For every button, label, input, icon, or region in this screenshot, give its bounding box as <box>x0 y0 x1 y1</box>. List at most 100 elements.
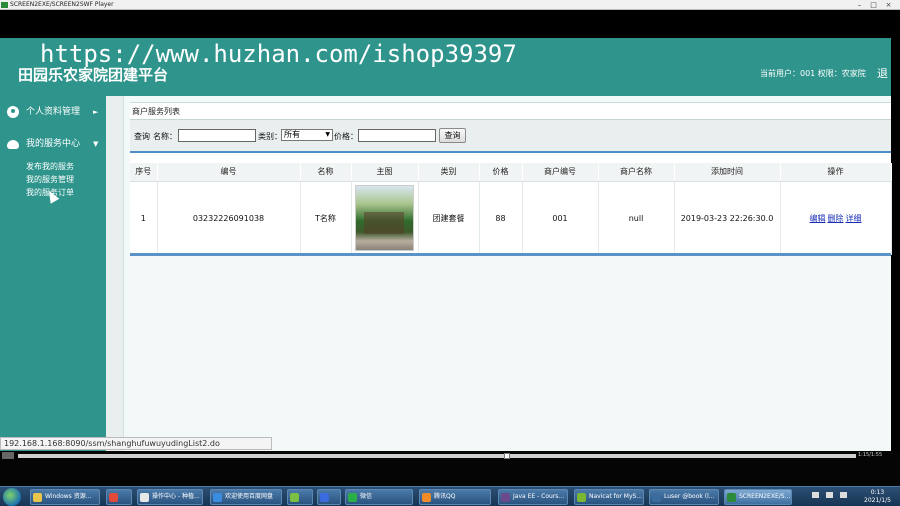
app-icon <box>140 493 149 502</box>
column-header: 商户名称 <box>598 163 675 182</box>
taskbar-button-label: 微信 <box>360 493 373 500</box>
cell-image <box>351 181 419 255</box>
browser-status-url: 192.168.1.168:8090/ssm/shanghufuwuyuding… <box>0 437 272 450</box>
cell-name: T名称 <box>300 181 352 255</box>
cell-category: 团建套餐 <box>418 181 480 255</box>
column-header: 编号 <box>157 163 301 182</box>
column-header: 序号 <box>130 163 158 182</box>
app-icon <box>213 493 222 502</box>
chevron-right-icon: ► <box>93 108 99 116</box>
service-main-image <box>355 185 414 252</box>
taskbar-button[interactable]: SCREEN2EXE/S... <box>724 489 792 505</box>
seek-bar[interactable] <box>18 454 856 458</box>
taskbar-button-label: Luser @book (l... <box>664 493 715 500</box>
table-row: 1 03232226091038 T名称 团建套餐 88 001 null 20… <box>130 181 892 255</box>
volume-icon[interactable] <box>840 492 847 498</box>
search-bar: 查询 名称： 类别： 所有 ▼ 价格： 查询 <box>130 119 891 153</box>
clock-date: 2021/1/5 <box>864 497 891 504</box>
app-icon <box>109 493 118 502</box>
maximize-icon[interactable]: □ <box>869 1 878 9</box>
taskbar-button[interactable]: 操作中心 - 种植... <box>137 489 203 505</box>
cloud-icon <box>7 140 19 149</box>
app-icon <box>33 493 42 502</box>
sidebar: 个人资料管理 ► 我的服务中心 ▼ 发布我的服务 我的服务管理 我的服务订单 <box>0 96 106 451</box>
taskbar-button[interactable]: 微信 <box>345 489 413 505</box>
taskbar-button-label: SCREEN2EXE/S... <box>739 493 791 500</box>
close-icon[interactable]: × <box>884 1 893 9</box>
taskbar-button-label: Windows 资源... <box>45 493 92 500</box>
taskbar-button-label: Java EE - Cours... <box>513 493 565 500</box>
player-title: SCREEN2EXE/SCREEN2SWF Player <box>10 1 114 8</box>
app-icon <box>290 493 299 502</box>
taskbar-button[interactable] <box>317 489 341 505</box>
chevron-down-icon: ▼ <box>93 140 99 148</box>
service-list-panel: 商户服务列表 查询 名称： 类别： 所有 ▼ 价格： 查询 序号 编号 名称 主… <box>130 102 892 256</box>
taskbar-button-label: 欢迎使用百度网盘 <box>225 493 274 500</box>
sidebar-item-publish-service[interactable]: 发布我的服务 <box>26 160 74 173</box>
cell-merchant-code: 001 <box>522 181 599 255</box>
category-selected-value: 所有 <box>284 130 300 139</box>
column-header: 类别 <box>418 163 480 182</box>
app-icon <box>320 493 329 502</box>
taskbar-button[interactable]: Java EE - Cours... <box>498 489 568 505</box>
service-table: 序号 编号 名称 主图 类别 价格 商户编号 商户名称 添加时间 操作 1 03… <box>130 163 892 255</box>
seek-handle[interactable] <box>504 453 510 459</box>
taskbar-button-label: 腾讯QQ <box>434 493 456 500</box>
taskbar-button-label: 操作中心 - 种植... <box>152 493 200 500</box>
name-label: 名称： <box>153 132 177 141</box>
sidebar-group-profile[interactable]: 个人资料管理 ► <box>0 104 106 120</box>
taskbar-button-label: Navicat for MyS... <box>589 493 643 500</box>
player-time: 1:15/1:55 <box>858 452 883 458</box>
play-icon[interactable] <box>2 452 14 459</box>
taskbar: Windows 资源... 操作中心 - 种植... 欢迎使用百度网盘 微信 腾讯QQ J… <box>0 486 900 506</box>
app-icon <box>652 493 661 502</box>
taskbar-button[interactable]: 欢迎使用百度网盘 <box>210 489 282 505</box>
chevron-down-icon: ▼ <box>325 131 330 138</box>
cell-price: 88 <box>479 181 523 255</box>
screen: SCREEN2EXE/SCREEN2SWF Player – □ × https… <box>0 0 900 506</box>
person-icon <box>7 106 19 118</box>
sidebar-group-label: 我的服务中心 <box>26 139 81 149</box>
network-icon[interactable] <box>812 492 819 498</box>
panel-title: 商户服务列表 <box>132 107 180 116</box>
taskbar-button[interactable]: 腾讯QQ <box>419 489 491 505</box>
table-bottom-border <box>130 253 891 256</box>
category-select[interactable]: 所有 ▼ <box>281 129 333 141</box>
column-header: 名称 <box>300 163 352 182</box>
detail-link[interactable]: 详细 <box>846 214 862 223</box>
player-app-icon <box>1 2 8 8</box>
taskbar-clock[interactable]: 0:13 2021/1/5 <box>864 489 891 505</box>
name-input[interactable] <box>178 129 256 142</box>
cell-actions: 编辑 删除 详细 <box>780 181 892 255</box>
app-icon <box>727 493 736 502</box>
delete-link[interactable]: 删除 <box>828 214 844 223</box>
sidebar-item-manage-service[interactable]: 我的服务管理 <box>26 173 74 186</box>
taskbar-button[interactable]: Windows 资源... <box>30 489 100 505</box>
query-button[interactable]: 查询 <box>439 128 466 143</box>
taskbar-button[interactable] <box>106 489 132 505</box>
player-title-bar: SCREEN2EXE/SCREEN2SWF Player – □ × <box>0 0 900 10</box>
start-button[interactable] <box>3 488 21 506</box>
app-icon <box>577 493 586 502</box>
taskbar-button[interactable]: Navicat for MyS... <box>574 489 644 505</box>
sidebar-group-service-center[interactable]: 我的服务中心 ▼ <box>0 136 106 152</box>
flag-icon[interactable] <box>826 492 833 498</box>
main-content: 商户服务列表 查询 名称： 类别： 所有 ▼ 价格： 查询 序号 编号 名称 主… <box>124 96 892 451</box>
table-header-row: 序号 编号 名称 主图 类别 价格 商户编号 商户名称 添加时间 操作 <box>130 163 892 182</box>
minimize-icon[interactable]: – <box>855 1 864 9</box>
taskbar-button[interactable] <box>287 489 313 505</box>
app-icon <box>501 493 510 502</box>
cell-index: 1 <box>130 181 158 255</box>
taskbar-button[interactable]: Luser @book (l... <box>649 489 719 505</box>
user-info: 当前用户：001 权限：农家院 <box>760 69 866 78</box>
logout-link[interactable]: 退 <box>877 65 888 81</box>
price-label: 价格： <box>334 132 358 141</box>
column-header: 价格 <box>479 163 523 182</box>
column-header: 操作 <box>780 163 892 182</box>
price-input[interactable] <box>358 129 436 142</box>
edit-link[interactable]: 编辑 <box>810 214 826 223</box>
cell-code: 03232226091038 <box>157 181 301 255</box>
player-control-bar: 1:15/1:55 <box>0 451 900 486</box>
cell-added-time: 2019-03-23 22:26:30.0 <box>674 181 781 255</box>
cell-merchant-name: null <box>598 181 675 255</box>
